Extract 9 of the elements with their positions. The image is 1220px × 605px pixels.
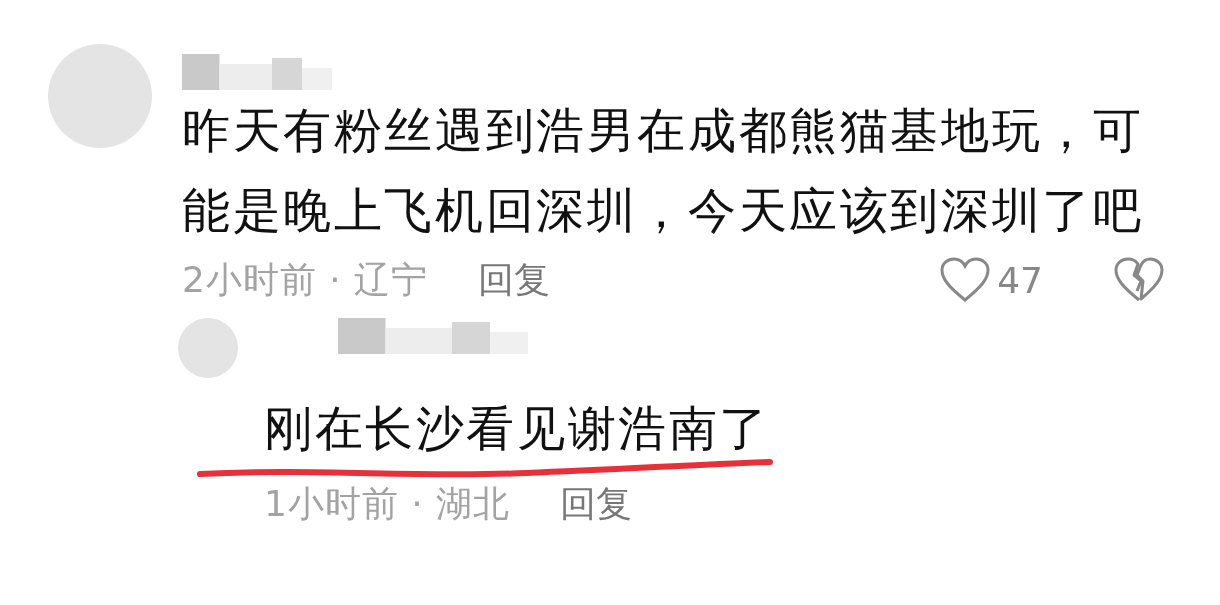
- comment-text: 昨天有粉丝遇到浩男在成都熊猫基地玩，可能是晚上飞机回深圳，今天应该到深圳了吧: [182, 101, 1145, 240]
- reply-link[interactable]: 回复: [478, 255, 551, 305]
- reply-text: 刚在长沙看见谢浩南了: [264, 399, 771, 458]
- comment-meta: 2小时前 · 辽宁: [182, 257, 429, 302]
- heart-icon[interactable]: [939, 257, 992, 303]
- reply-link[interactable]: 回复: [560, 479, 633, 529]
- like-count: 47: [997, 259, 1043, 301]
- broken-heart-icon[interactable]: [1113, 257, 1165, 303]
- reply-meta: 1小时前 · 湖北: [264, 481, 511, 526]
